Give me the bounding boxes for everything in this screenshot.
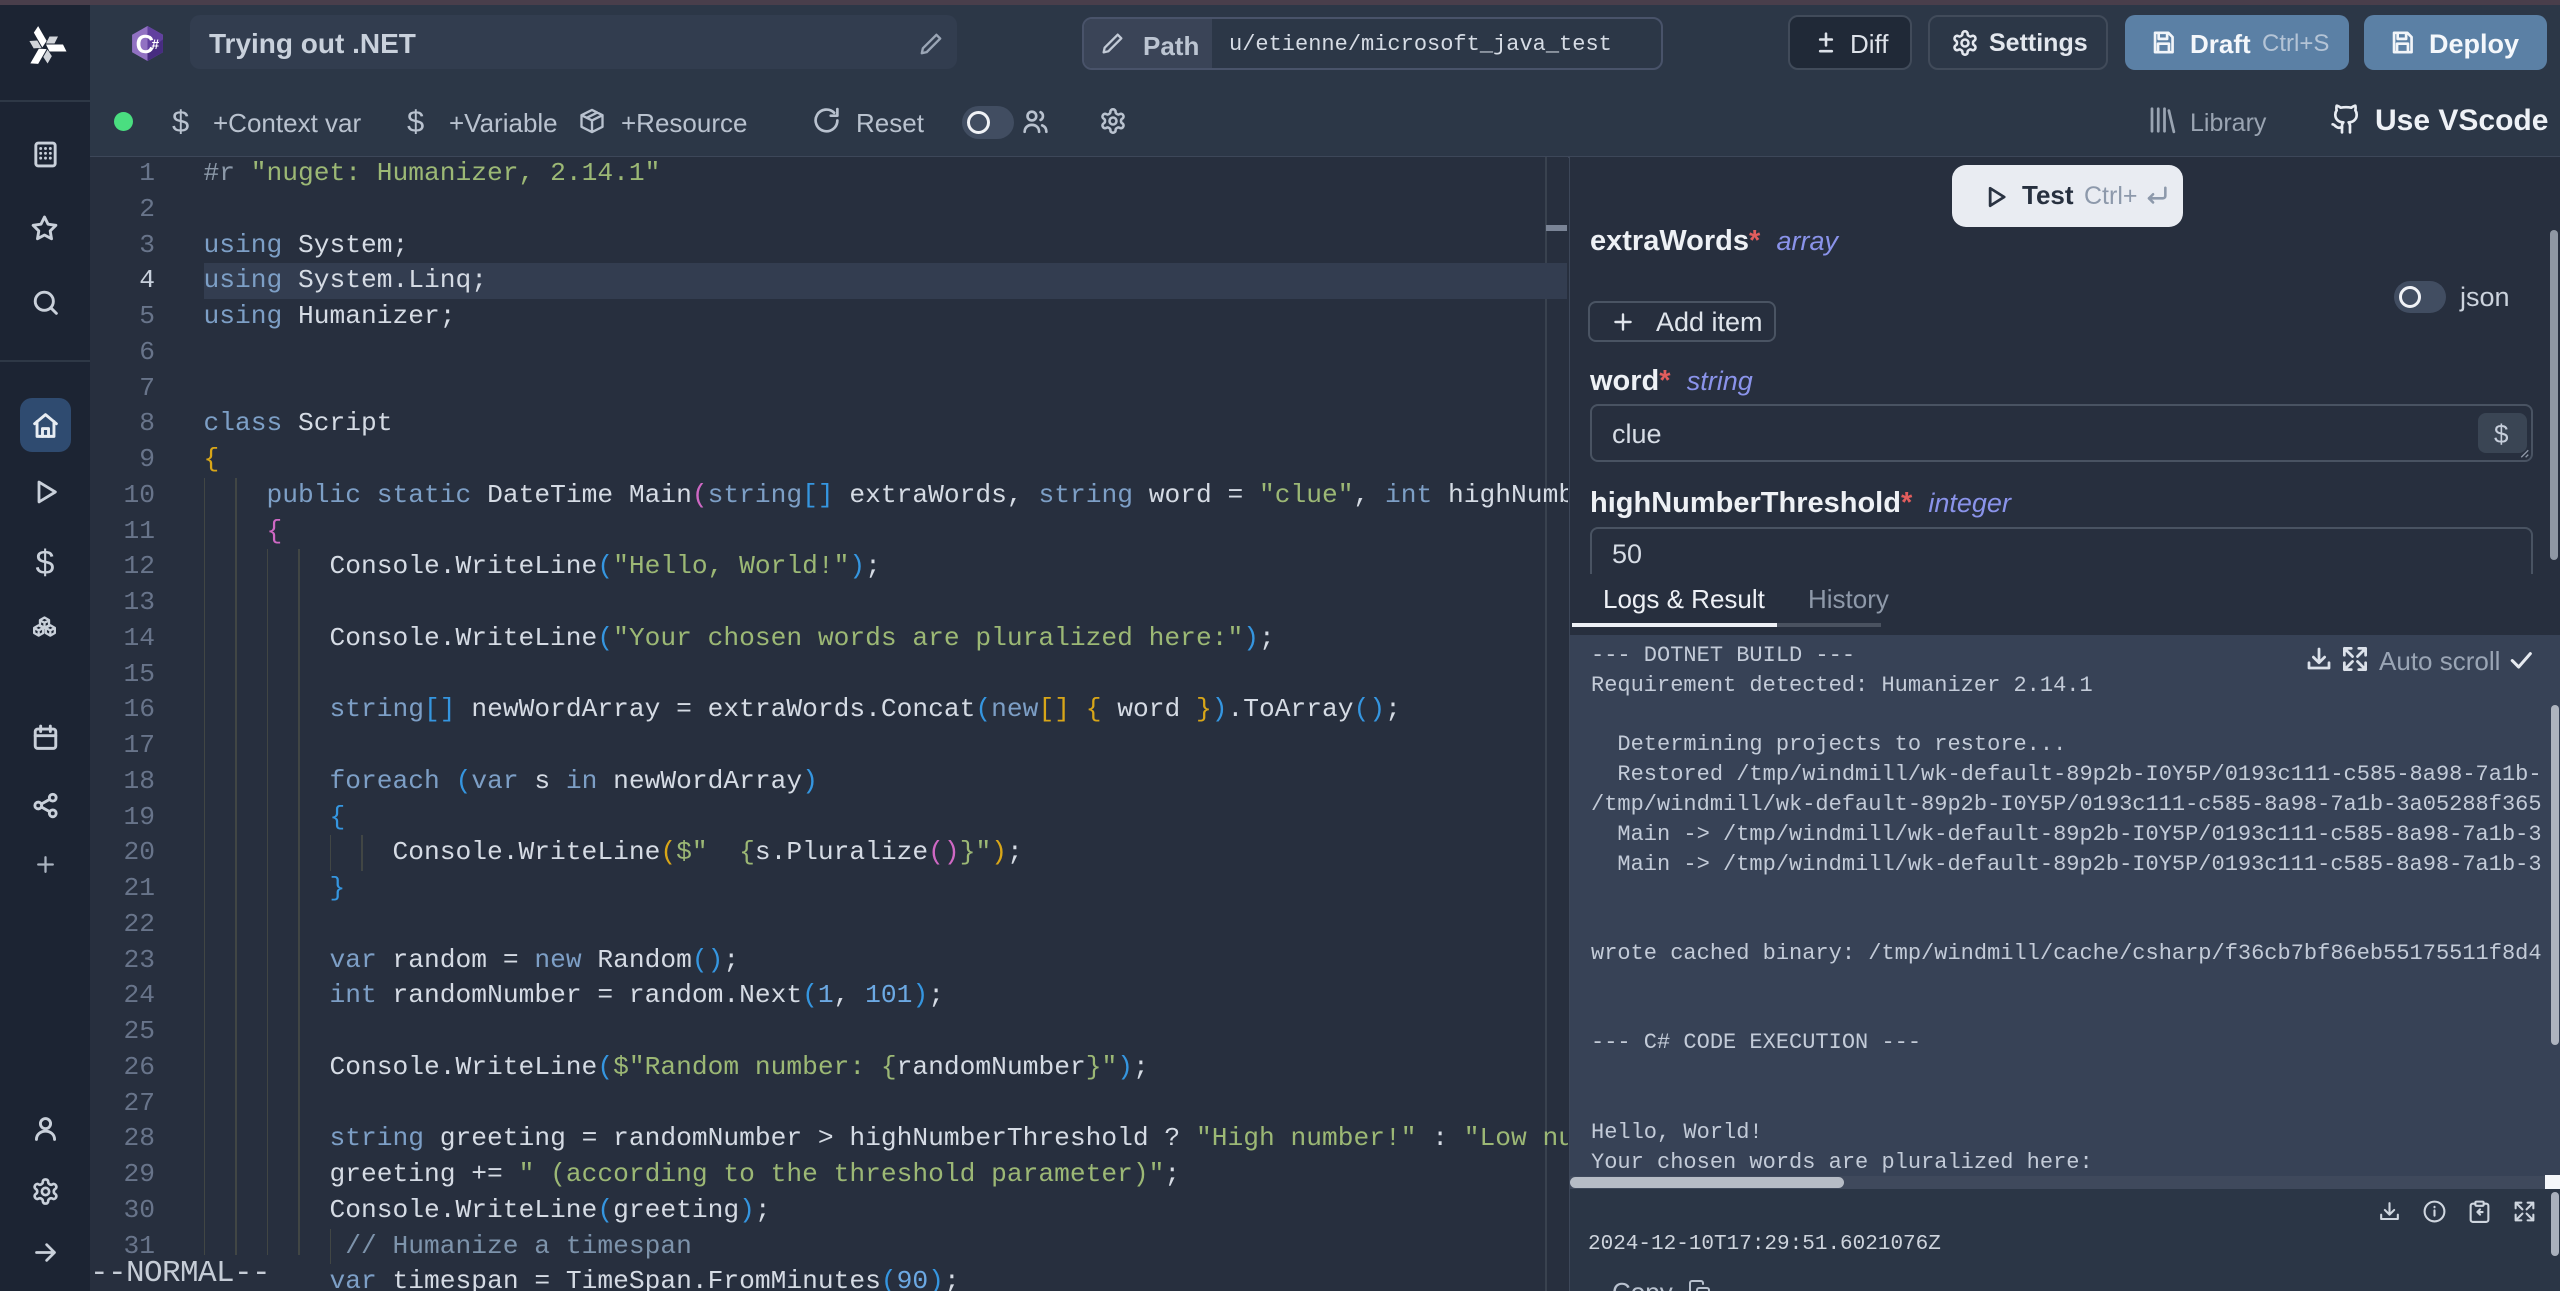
svg-text:#: # — [152, 37, 160, 52]
